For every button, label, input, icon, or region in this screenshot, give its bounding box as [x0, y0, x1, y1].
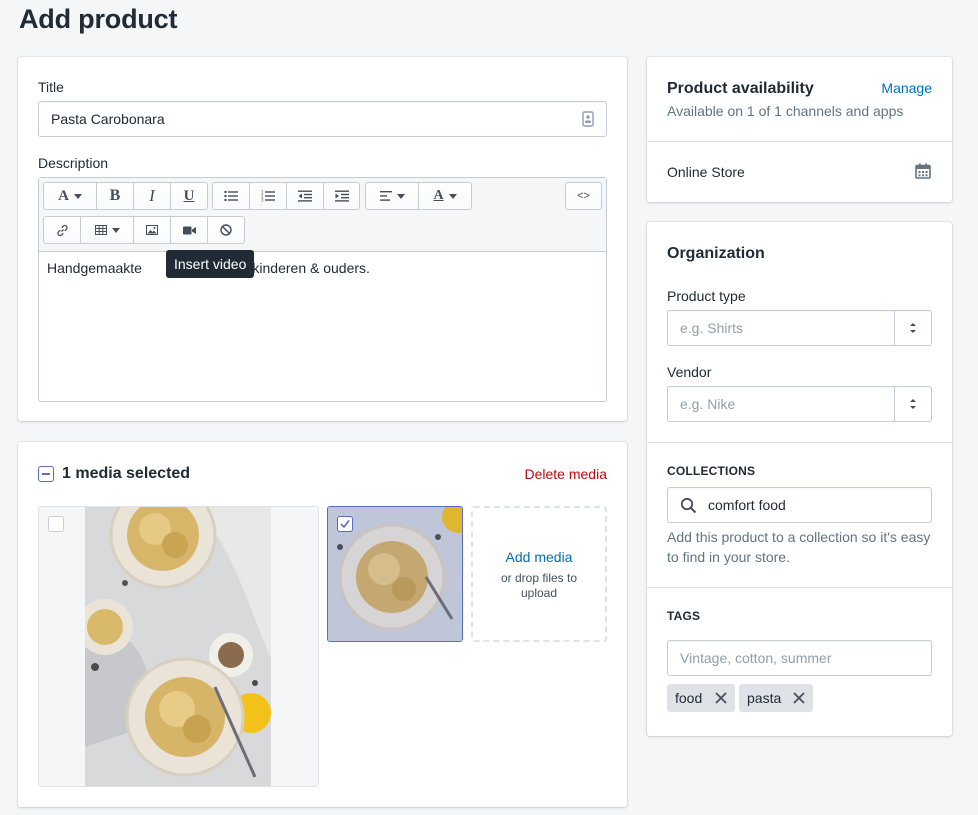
calendar-icon[interactable]: [915, 163, 931, 184]
clear-format-icon: [220, 224, 232, 236]
bullet-list-icon: [224, 190, 238, 202]
list-group: 123: [212, 182, 360, 210]
italic-button[interactable]: I: [134, 183, 171, 209]
video-button[interactable]: [171, 217, 208, 243]
title-input[interactable]: Pasta Carobonara: [38, 101, 607, 137]
numbered-list-button[interactable]: 123: [250, 183, 287, 209]
collections-search-input[interactable]: comfort food: [667, 487, 932, 523]
link-icon: [56, 224, 68, 236]
bold-icon: B: [109, 187, 121, 204]
vendor-select[interactable]: e.g. Nike: [667, 386, 932, 422]
table-icon: [94, 225, 107, 235]
organization-title: Organization: [667, 245, 765, 262]
underline-icon: U: [183, 187, 195, 204]
tag-pasta: pasta: [739, 684, 813, 712]
page-title: Add product: [19, 4, 178, 34]
code-group: <>: [565, 182, 602, 210]
tags-placeholder: Vintage, cotton, summer: [680, 650, 832, 666]
description-editor[interactable]: A B I U 123 A <> Handgemaakte van kinder…: [38, 177, 607, 402]
select-arrows-icon[interactable]: [894, 387, 931, 421]
checkbox-indeterminate-icon[interactable]: [38, 466, 54, 482]
product-type-select[interactable]: e.g. Shirts: [667, 310, 932, 346]
tags-heading: TAGS: [667, 609, 701, 623]
title-value: Pasta Carobonara: [51, 111, 165, 127]
title-label: Title: [38, 79, 64, 95]
delete-media-link[interactable]: Delete media: [525, 466, 608, 482]
collections-heading: COLLECTIONS: [667, 464, 756, 478]
media-card: 1 media selected Delete media Add media …: [18, 442, 627, 807]
media-tile-featured[interactable]: [38, 506, 319, 787]
editor-toolbar: A B I U 123 A <>: [39, 178, 606, 252]
manage-link[interactable]: Manage: [881, 80, 932, 96]
collections-divider: [647, 442, 952, 443]
availability-divider: [647, 141, 952, 142]
bold-button[interactable]: B: [97, 183, 134, 209]
video-icon: [182, 226, 196, 234]
svg-text:3: 3: [261, 198, 264, 203]
search-icon: [680, 497, 697, 517]
insert-video-tooltip: Insert video: [166, 250, 255, 278]
align-color-group: A: [365, 182, 472, 210]
code-icon: <>: [577, 190, 590, 202]
image-button[interactable]: [134, 217, 171, 243]
collections-search-value: comfort food: [708, 497, 786, 513]
contact-card-icon: [582, 111, 594, 130]
product-type-label: Product type: [667, 288, 746, 304]
drop-files-hint: or drop files to upload: [500, 571, 578, 600]
numbered-list-icon: 123: [261, 190, 275, 202]
availability-subtitle: Available on 1 of 1 channels and apps: [667, 103, 904, 119]
vendor-placeholder: e.g. Nike: [680, 396, 736, 412]
table-button[interactable]: [81, 217, 134, 243]
underline-button[interactable]: U: [171, 183, 207, 209]
align-button[interactable]: [366, 183, 419, 209]
availability-title: Product availability: [667, 80, 814, 97]
indent-button[interactable]: [324, 183, 359, 209]
indent-icon: [334, 190, 349, 202]
text-format-button[interactable]: A: [44, 183, 97, 209]
tags-input[interactable]: Vintage, cotton, summer: [667, 640, 932, 676]
outdent-icon: [298, 190, 312, 202]
close-icon[interactable]: [792, 691, 806, 708]
italic-icon: I: [149, 186, 155, 205]
insert-group: [43, 216, 245, 244]
text-format-icon: A: [58, 187, 69, 204]
text-color-button[interactable]: A: [419, 183, 471, 209]
organization-card: Organization Product type e.g. Shirts Ve…: [647, 222, 952, 736]
select-arrows-icon[interactable]: [894, 311, 931, 345]
close-icon[interactable]: [714, 691, 728, 708]
code-button[interactable]: <>: [566, 183, 601, 209]
clear-format-button[interactable]: [208, 217, 244, 243]
description-text-start: Handgemaakte: [47, 260, 142, 276]
collections-help-text: Add this product to a collection so it's…: [667, 529, 931, 565]
tag-label: food: [675, 690, 703, 706]
tag-food: food: [667, 684, 735, 712]
image-icon: [146, 225, 158, 235]
align-icon: [379, 191, 392, 201]
product-details-card: Title Pasta Carobonara Description A B I…: [18, 57, 627, 421]
link-button[interactable]: [44, 217, 81, 243]
tags-divider: [647, 587, 952, 588]
text-style-group: A B I U: [43, 182, 208, 210]
media-dropzone[interactable]: Add media or drop files to upload: [471, 506, 607, 642]
channel-online-store: Online Store: [667, 164, 745, 180]
product-availability-card: Product availability Manage Available on…: [647, 57, 952, 202]
add-media-link[interactable]: Add media: [473, 549, 605, 565]
media-checkbox[interactable]: [48, 516, 64, 532]
outdent-button[interactable]: [287, 183, 324, 209]
pasta-photo-tall: [85, 507, 271, 786]
checkbox-checked-icon[interactable]: [337, 516, 353, 532]
media-tile-selected[interactable]: [327, 506, 463, 642]
media-selected-label: 1 media selected: [62, 465, 191, 482]
product-type-placeholder: e.g. Shirts: [680, 320, 744, 336]
text-color-icon: A: [433, 188, 444, 203]
vendor-label: Vendor: [667, 364, 712, 380]
description-label: Description: [38, 155, 109, 171]
bullet-list-button[interactable]: [213, 183, 250, 209]
tag-label: pasta: [747, 690, 782, 706]
